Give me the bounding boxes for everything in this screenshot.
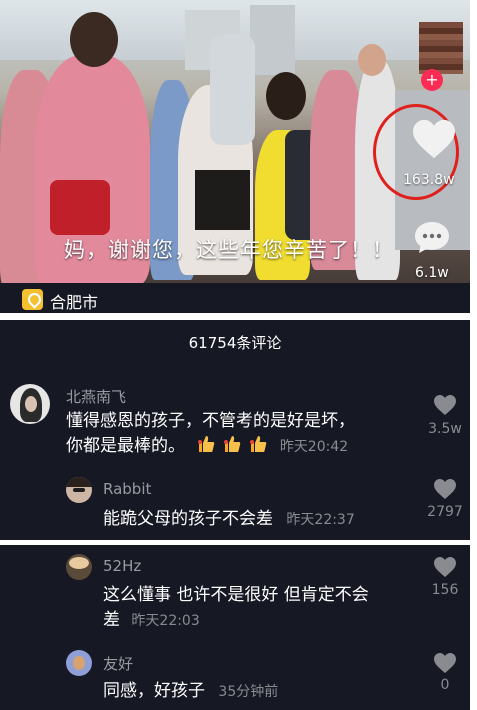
follow-button[interactable]: +	[421, 69, 443, 91]
comment-text: 懂得感恩的孩子，不管考的是好是坏， 你都是最棒的。 昨天20:42	[66, 409, 355, 460]
comment-text-line: 懂得感恩的孩子，不管考的是好是坏，	[66, 411, 355, 431]
comment-text-line: 同感，好孩子	[103, 681, 205, 701]
comment-time: 35分钟前	[218, 684, 279, 700]
comment-text: 能跪父母的孩子不会差 昨天22:37	[103, 507, 355, 533]
comment-username[interactable]: 北燕南飞	[66, 386, 126, 407]
comment-like-count: 0	[440, 677, 450, 693]
video-building	[250, 5, 295, 75]
thumbs-up-icon	[198, 436, 215, 452]
comment-text: 同感，好孩子 35分钟前	[103, 679, 278, 705]
heart-icon[interactable]	[433, 652, 457, 674]
comment-icon[interactable]	[413, 220, 451, 254]
comment-time: 昨天22:37	[286, 512, 355, 528]
comment-time: 昨天22:03	[131, 613, 200, 629]
comment-count: 6.1w	[415, 265, 449, 281]
comment-text-line: 你都是最棒的。	[66, 436, 185, 456]
comment-username[interactable]: 52Hz	[103, 557, 141, 575]
heart-icon[interactable]	[433, 394, 457, 416]
video-person-head	[70, 12, 118, 67]
thumbs-up-icon	[224, 436, 241, 452]
heart-icon[interactable]	[411, 118, 457, 160]
comment-time: 昨天20:42	[279, 439, 349, 455]
location-pin-icon	[22, 289, 43, 310]
comment-like-count: 2797	[427, 504, 463, 520]
comment-text: 这么懂事 也许不是很好 但肯定不会 差 昨天22:03	[103, 583, 369, 634]
comment-text-line: 能跪父母的孩子不会差	[103, 509, 273, 529]
video-red-bag	[50, 180, 110, 235]
comment-like-count: 156	[431, 582, 459, 598]
emoji-group	[196, 436, 279, 456]
video-cloth	[210, 35, 255, 145]
avatar[interactable]	[66, 554, 92, 580]
avatar[interactable]	[10, 384, 50, 424]
heart-icon[interactable]	[433, 556, 457, 578]
like-count: 163.8w	[403, 172, 455, 188]
video-skirt	[195, 170, 250, 230]
comment-username[interactable]: 友好	[103, 653, 133, 674]
video-caption: 妈，谢谢您，这些年您辛苦了！！	[64, 238, 394, 262]
comment-like-count: 3.5w	[428, 421, 462, 437]
comments-count-title: 61754条评论	[188, 334, 282, 352]
comment-text-line: 这么懂事 也许不是很好 但肯定不会	[103, 585, 369, 605]
avatar[interactable]	[66, 477, 92, 503]
comment-text-line: 差	[103, 610, 120, 630]
location-label[interactable]: 合肥市	[50, 289, 98, 313]
comment-username[interactable]: Rabbit	[103, 480, 151, 498]
thumbs-up-icon	[250, 436, 267, 452]
video-person-head	[358, 44, 386, 76]
avatar[interactable]	[66, 650, 92, 676]
video-person-head	[266, 72, 306, 120]
creator-avatar[interactable]	[419, 22, 463, 74]
heart-icon[interactable]	[433, 478, 457, 500]
